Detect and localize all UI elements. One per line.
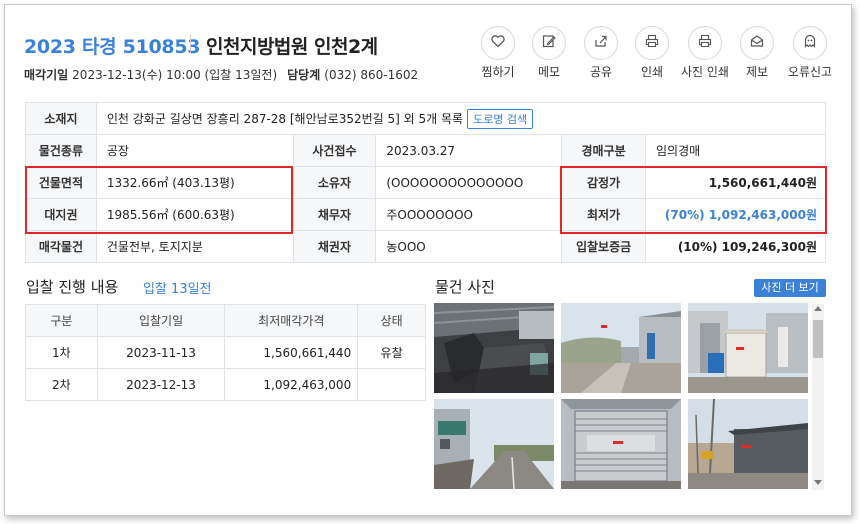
court-name: 인천지방법원 인천2계: [206, 36, 378, 58]
property-photo-4[interactable]: [434, 399, 554, 489]
type-label: 물건종류: [25, 134, 97, 167]
case-number: 2023 타경 510853: [24, 36, 201, 58]
heart-icon: [490, 33, 506, 53]
table-row: 매각물건 건물전부, 토지지분 채권자 농OOO 입찰보증금 (10%) 109…: [25, 230, 826, 263]
table-row: 2차 2023-12-13 1,092,463,000: [25, 368, 426, 401]
appraisal-value: 1,560,661,440원: [645, 166, 826, 199]
dept-phone: (032) 860-1602: [324, 68, 419, 82]
appraisal-label: 감정가: [561, 166, 646, 199]
owner-label: 소유자: [292, 166, 377, 199]
owner-value: (OOOOOOOOOOOOOO: [375, 166, 563, 199]
table-row: 대지권 1985.56㎡ (600.63평) 채무자 주OOOOOOOO 최저가…: [25, 198, 826, 231]
report-button[interactable]: 제보: [738, 26, 776, 80]
ghost-icon: [802, 33, 818, 53]
address-label: 소재지: [25, 102, 97, 135]
bookmark-label: 찜하기: [481, 65, 515, 79]
memo-icon: [541, 33, 557, 53]
property-info-table: 소재지 인천 강화군 길상면 장흥리 287-28 [해안남로352번길 5] …: [25, 102, 827, 263]
scroll-down-arrow-icon[interactable]: [814, 480, 822, 485]
debtor-label: 채무자: [292, 198, 377, 231]
dept-label: 담당계: [287, 68, 321, 82]
more-photos-button[interactable]: 사진 더 보기: [754, 279, 826, 297]
print-icon: [644, 33, 660, 53]
building-area-value: 1332.66㎡ (403.13평): [95, 166, 294, 199]
table-header-row: 구분 입찰기일 최저매각가격 상태: [25, 304, 426, 337]
received-label: 사건접수: [292, 134, 377, 167]
status-cell: [357, 368, 426, 401]
bidding-title: 입찰 진행 내용: [26, 278, 119, 296]
column-header: 상태: [357, 304, 426, 337]
price-cell: 1,560,661,440: [224, 336, 359, 369]
column-header: 입찰기일: [96, 304, 226, 337]
scroll-up-arrow-icon[interactable]: [814, 306, 822, 311]
share-label: 공유: [589, 65, 613, 79]
property-photo-5[interactable]: [561, 399, 681, 489]
column-header: 최저매각가격: [224, 304, 359, 337]
address-value: 인천 강화군 길상면 장흥리 287-28 [해안남로352번길 5] 외 5개…: [106, 111, 464, 126]
min-price-label: 최저가: [561, 198, 646, 231]
table-row: 물건종류 공장 사건접수 2023.03.27 경매구분 임의경매: [25, 134, 826, 167]
column-header: 구분: [25, 304, 98, 337]
sale-meta: 매각기일 2023-12-13(수) 10:00 (입찰 13일전) 담당계 (032…: [24, 66, 418, 83]
min-price-value: (70%) 1,092,463,000원: [645, 198, 826, 231]
creditor-label: 채권자: [292, 230, 377, 263]
deposit-value: (10%) 109,246,300원: [645, 230, 826, 263]
land-right-value: 1985.56㎡ (600.63평): [95, 198, 294, 231]
table-row: 건물면적 1332.66㎡ (403.13평) 소유자 (OOOOOOOOOOO…: [25, 166, 826, 199]
print-icon: [697, 33, 713, 53]
building-area-label: 건물면적: [25, 166, 97, 199]
creditor-value: 농OOO: [375, 230, 563, 263]
property-photo-2[interactable]: [561, 303, 681, 393]
share-icon: [593, 33, 609, 53]
photos-title: 물건 사진: [435, 278, 495, 296]
address-cell: 인천 강화군 길상면 장흥리 287-28 [해안남로352번길 5] 외 5개…: [95, 102, 827, 135]
bidding-subtitle: 입찰 13일전: [143, 282, 212, 297]
photo-print-button[interactable]: 사진 인쇄: [676, 26, 734, 80]
road-search-button[interactable]: 도로명 검색: [467, 108, 534, 129]
property-photo-6[interactable]: [688, 399, 808, 489]
price-cell: 1,092,463,000: [224, 368, 359, 401]
memo-label: 메모: [537, 65, 561, 79]
mail-icon: [749, 33, 765, 53]
error-report-label: 오류신고: [787, 65, 833, 79]
type-value: 공장: [95, 134, 294, 167]
sale-date-label: 매각기일: [24, 68, 69, 82]
status-cell: 유찰: [357, 336, 426, 369]
date-cell: 2023-11-13: [96, 336, 226, 369]
table-row: 소재지 인천 강화군 길상면 장흥리 287-28 [해안남로352번길 5] …: [25, 102, 827, 135]
auction-kind-label: 경매구분: [561, 134, 646, 167]
title-divider: [190, 35, 191, 53]
memo-button[interactable]: 메모: [530, 26, 568, 80]
share-button[interactable]: 공유: [582, 26, 620, 80]
round-cell: 2차: [25, 368, 98, 401]
received-value: 2023.03.27: [375, 134, 563, 167]
photo-print-label: 사진 인쇄: [681, 65, 729, 79]
error-report-button[interactable]: 오류신고: [781, 26, 839, 80]
auction-kind-value: 임의경매: [645, 134, 826, 167]
bidding-table: 구분 입찰기일 최저매각가격 상태 1차 2023-11-13 1,560,66…: [25, 304, 426, 401]
property-photo-3[interactable]: [688, 303, 808, 393]
report-label: 제보: [745, 65, 769, 79]
sale-object-value: 건물전부, 토지지분: [95, 230, 294, 263]
deposit-label: 입찰보증금: [561, 230, 646, 263]
round-cell: 1차: [25, 336, 98, 369]
debtor-value: 주OOOOOOOO: [375, 198, 563, 231]
print-label: 인쇄: [640, 65, 664, 79]
table-row: 1차 2023-11-13 1,560,661,440 유찰: [25, 336, 426, 369]
sale-date: 2023-12-13(수) 10:00 (입찰 13일전): [72, 68, 278, 82]
land-right-label: 대지권: [25, 198, 97, 231]
bookmark-button[interactable]: 찜하기: [476, 26, 520, 80]
property-photo-1[interactable]: [434, 303, 554, 393]
date-cell: 2023-12-13: [96, 368, 226, 401]
print-button[interactable]: 인쇄: [633, 26, 671, 80]
sale-object-label: 매각물건: [25, 230, 97, 263]
photo-scrollbar-thumb[interactable]: [813, 320, 823, 358]
